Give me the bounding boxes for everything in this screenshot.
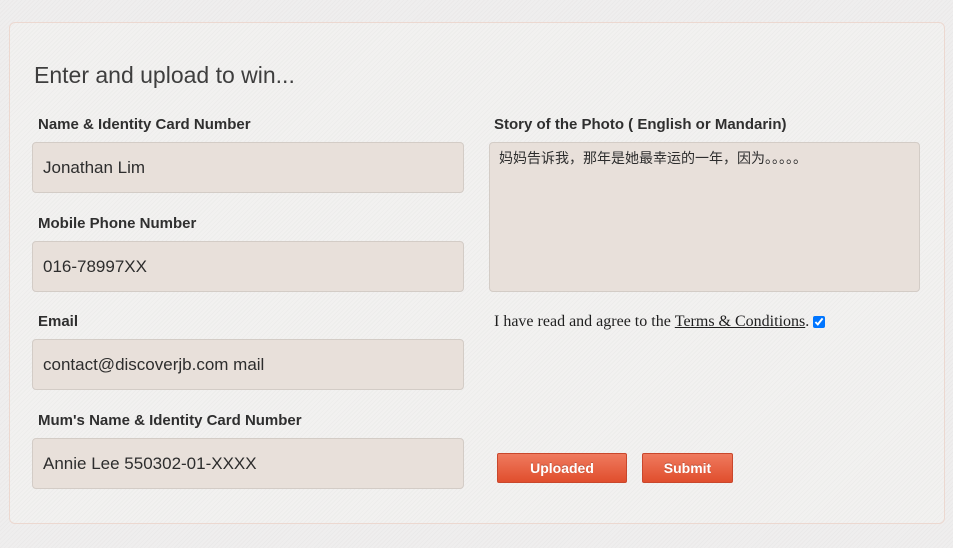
story-textarea[interactable]: 妈妈告诉我，那年是她最幸运的一年，因为。。。。。 — [489, 142, 920, 292]
terms-link[interactable]: Terms & Conditions — [675, 313, 805, 331]
terms-prefix: I have read and agree to the — [494, 313, 671, 330]
terms-checkbox[interactable] — [813, 316, 826, 328]
mobile-label: Mobile Phone Number — [38, 215, 197, 232]
form-title: Enter and upload to win... — [34, 62, 295, 88]
mobile-field[interactable] — [32, 241, 464, 292]
story-label: Story of the Photo ( English or Mandarin… — [494, 116, 787, 133]
submit-button[interactable]: Submit — [642, 453, 733, 483]
terms-agreement: I have read and agree to the Terms & Con… — [494, 313, 826, 331]
terms-suffix: . — [805, 313, 810, 330]
email-field[interactable] — [32, 339, 464, 390]
upload-button[interactable]: Uploaded — [497, 453, 627, 483]
name-field[interactable] — [32, 142, 464, 193]
name-label: Name & Identity Card Number — [38, 116, 251, 133]
email-label: Email — [38, 313, 79, 330]
mum-field[interactable] — [32, 438, 464, 489]
mum-label: Mum's Name & Identity Card Number — [38, 412, 302, 429]
